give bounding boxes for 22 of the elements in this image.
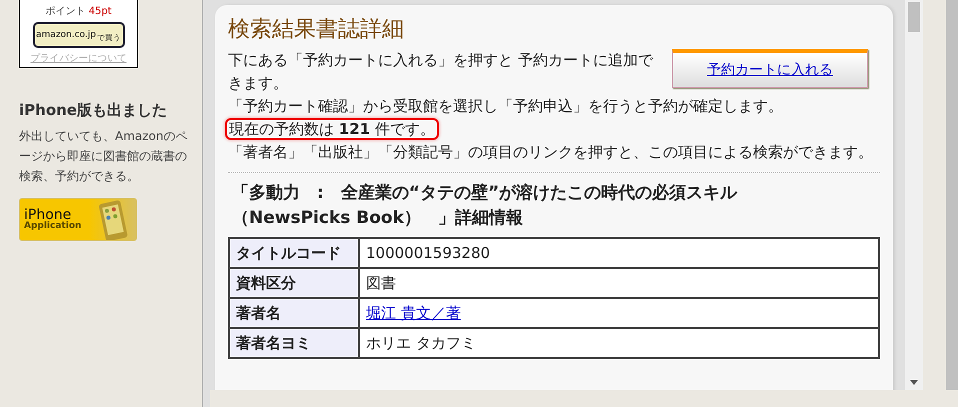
scroll-down-icon[interactable] bbox=[910, 380, 918, 385]
scroll-thumb[interactable] bbox=[908, 2, 920, 32]
promo-text: 外出していても、Amazonのページから即座に図書館の蔵書の検索、予約ができる。 bbox=[19, 128, 188, 185]
row-label: 著者名ヨミ bbox=[229, 328, 359, 358]
iphone-app-button[interactable]: iPhone Application bbox=[19, 198, 137, 241]
book-heading: 「多動力 : 全産業の“タテの壁”が溶けたこの時代の必須スキル（NewsPicks Book） 」詳細情報 bbox=[232, 182, 738, 230]
info-text: 下にある「予約カートに入れる」を押すと 予約カートに追加できます。 bbox=[228, 51, 653, 92]
row-label: タイトルコード bbox=[229, 238, 359, 268]
info-text: 現在の予約数は 121 件です。 bbox=[225, 118, 439, 140]
points-text: ポイント 45pt bbox=[45, 5, 112, 18]
table-cell: 1000001593280 bbox=[359, 238, 879, 268]
page-title: 検索結果書誌詳細 bbox=[228, 16, 405, 44]
add-to-cart-button[interactable]: 予約カートに入れる bbox=[672, 49, 868, 88]
table-cell: ホリエ タカフミ bbox=[359, 328, 879, 358]
info-text: 「著者名」「出版社」「分類記号」の項目のリンクを押すと、この項目による検索ができます。 bbox=[228, 143, 873, 161]
promo-heading: iPhone版も出ました bbox=[19, 101, 167, 120]
info-text: 「予約カート確認」から受取館を選択し「予約申込」を行うと予約が確定します。 bbox=[228, 97, 783, 115]
author-link[interactable]: 堀江 貴文／著 bbox=[366, 304, 461, 322]
scrollbar[interactable] bbox=[905, 0, 923, 390]
row-label: 著者名 bbox=[229, 298, 359, 328]
table-cell: 図書 bbox=[359, 268, 879, 298]
row-label: 資料区分 bbox=[229, 268, 359, 298]
